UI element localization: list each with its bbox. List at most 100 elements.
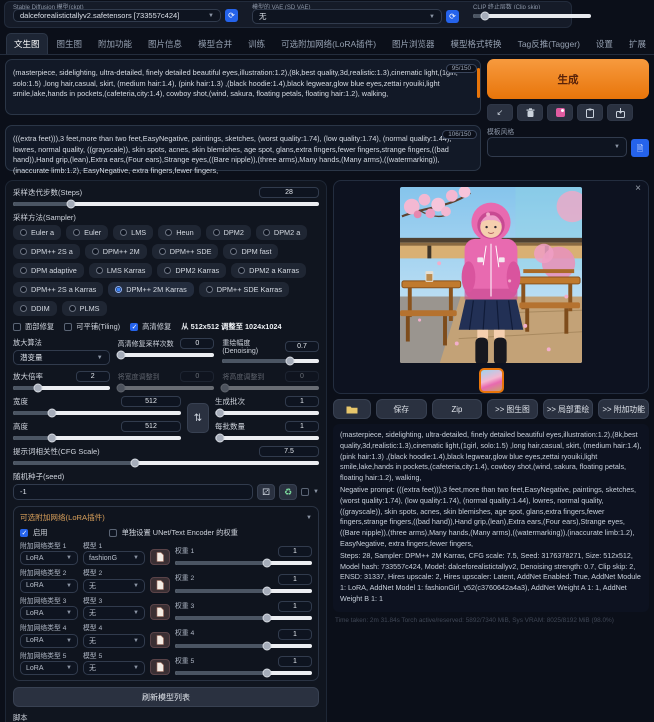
sampler-option[interactable]: Euler a bbox=[13, 225, 61, 240]
sampler-option[interactable]: DPM++ SDE Karras bbox=[199, 282, 289, 297]
sampler-option[interactable]: PLMS bbox=[62, 301, 107, 316]
prompt-scrollbar[interactable] bbox=[477, 68, 480, 98]
refresh-models-button[interactable]: 刷新模型列表 bbox=[13, 687, 319, 707]
slider-handle[interactable] bbox=[67, 200, 76, 209]
batch-count-value[interactable]: 1 bbox=[285, 396, 319, 407]
batch-size-slider[interactable] bbox=[215, 436, 319, 440]
sampler-option[interactable]: DPM++ 2M bbox=[85, 244, 147, 259]
lora-weight-slider[interactable] bbox=[175, 561, 312, 565]
send-to-img2img-button[interactable]: >> 图生图 bbox=[487, 399, 538, 419]
tab-extras[interactable]: 附加功能 bbox=[91, 34, 139, 54]
extra-seed-checkbox[interactable] bbox=[301, 488, 309, 496]
lora-model-select[interactable]: 无▼ bbox=[83, 661, 145, 675]
hires-fix-checkbox[interactable] bbox=[130, 323, 138, 331]
sampler-option[interactable]: DPM2 bbox=[206, 225, 251, 240]
lora-type-select[interactable]: LoRA▼ bbox=[20, 606, 78, 620]
upscale-by-value[interactable]: 2 bbox=[76, 371, 110, 382]
refresh-vae-button[interactable]: ⟳ bbox=[446, 10, 459, 23]
height-value[interactable]: 512 bbox=[121, 421, 181, 432]
lora-enable-checkbox[interactable] bbox=[20, 529, 28, 537]
lora-model-select[interactable]: fashionG▼ bbox=[83, 551, 145, 565]
slider-handle[interactable] bbox=[262, 669, 271, 678]
slider-handle[interactable] bbox=[262, 559, 271, 568]
tab-txt2img[interactable]: 文生图 bbox=[6, 33, 48, 54]
sampler-option[interactable]: DPM2 a bbox=[256, 225, 307, 240]
upscale-by-slider[interactable] bbox=[13, 386, 110, 390]
slider-handle[interactable] bbox=[262, 586, 271, 595]
sampler-option[interactable]: Heun bbox=[158, 225, 200, 240]
batch-count-slider[interactable] bbox=[215, 411, 319, 415]
slider-handle[interactable] bbox=[216, 434, 225, 443]
tab-checkpoint-merger[interactable]: 模型合并 bbox=[191, 34, 239, 54]
sampler-option[interactable]: DDIM bbox=[13, 301, 57, 316]
lora-weight-value[interactable]: 1 bbox=[278, 656, 312, 667]
clear-prompt-button[interactable] bbox=[517, 104, 543, 121]
prompt-textarea[interactable]: (masterpiece, sidelighting, ultra-detail… bbox=[5, 59, 481, 115]
sampler-option[interactable]: DPM++ 2S a Karras bbox=[13, 282, 103, 297]
lora-weight-slider[interactable] bbox=[175, 644, 312, 648]
denoising-value[interactable]: 0.7 bbox=[285, 341, 319, 352]
vae-select[interactable]: 无 ▼ bbox=[252, 9, 442, 24]
sampler-option[interactable]: DPM fast bbox=[223, 244, 278, 259]
random-seed-button[interactable]: ⚂ bbox=[257, 484, 275, 500]
slider-handle[interactable] bbox=[34, 384, 43, 393]
model-info-button[interactable] bbox=[150, 632, 170, 648]
close-icon[interactable]: × bbox=[635, 183, 641, 194]
lora-weight-value[interactable]: 1 bbox=[278, 629, 312, 640]
lora-model-select[interactable]: 无▼ bbox=[83, 634, 145, 648]
upscaler-select[interactable]: 潜变量 ▼ bbox=[13, 350, 110, 365]
sampler-option[interactable]: LMS Karras bbox=[89, 263, 153, 278]
lora-model-select[interactable]: 无▼ bbox=[83, 579, 145, 593]
lora-weight-slider[interactable] bbox=[175, 616, 312, 620]
tiling-checkbox[interactable] bbox=[64, 323, 72, 331]
save-button[interactable]: 保存 bbox=[376, 399, 427, 419]
sampler-option[interactable]: DPM2 a Karras bbox=[231, 263, 306, 278]
paste-generation-params-button[interactable] bbox=[577, 104, 603, 121]
lora-type-select[interactable]: LoRA▼ bbox=[20, 634, 78, 648]
restore-faces-checkbox[interactable] bbox=[13, 323, 21, 331]
tab-img2img[interactable]: 图生图 bbox=[50, 34, 90, 54]
sampler-option[interactable]: DPM2 Karras bbox=[157, 263, 226, 278]
lora-type-select[interactable]: LoRA▼ bbox=[20, 661, 78, 675]
lora-type-select[interactable]: LoRA▼ bbox=[20, 551, 78, 565]
send-to-inpaint-button[interactable]: >> 局部重绘 bbox=[543, 399, 594, 419]
hires-steps-value[interactable]: 0 bbox=[180, 338, 214, 349]
send-to-extras-button[interactable]: >> 附加功能 bbox=[598, 399, 649, 419]
slider-handle[interactable] bbox=[131, 459, 140, 468]
slider-handle[interactable] bbox=[47, 434, 56, 443]
hires-steps-slider[interactable] bbox=[118, 353, 215, 357]
tab-extensions[interactable]: 扩展 bbox=[622, 34, 653, 54]
separate-weights-checkbox[interactable] bbox=[109, 529, 117, 537]
generate-button[interactable]: 生成 bbox=[487, 59, 649, 99]
model-info-button[interactable] bbox=[150, 659, 170, 675]
sampler-option[interactable]: DPM++ 2S a bbox=[13, 244, 80, 259]
lora-weight-slider[interactable] bbox=[175, 671, 312, 675]
batch-size-value[interactable]: 1 bbox=[285, 421, 319, 432]
swap-dimensions-button[interactable]: ⇅ bbox=[187, 403, 209, 433]
lora-weight-slider[interactable] bbox=[175, 589, 312, 593]
tab-image-browser[interactable]: 图片浏览器 bbox=[385, 34, 442, 54]
tab-additional-networks[interactable]: 可选附加网络(LoRA插件) bbox=[274, 34, 383, 54]
tab-settings[interactable]: 设置 bbox=[589, 34, 620, 54]
slider-handle[interactable] bbox=[262, 614, 271, 623]
slider-handle[interactable] bbox=[285, 357, 294, 366]
save-style-button[interactable] bbox=[607, 104, 633, 121]
negative-prompt-textarea[interactable]: (((extra feet))),3 feet,more than two fe… bbox=[5, 125, 481, 171]
generated-image[interactable] bbox=[400, 187, 582, 363]
zip-button[interactable]: Zip bbox=[432, 399, 483, 419]
sampler-option[interactable]: LMS bbox=[113, 225, 153, 240]
steps-slider[interactable] bbox=[13, 202, 319, 206]
tab-png-info[interactable]: 图片信息 bbox=[141, 34, 189, 54]
clip-skip-slider[interactable] bbox=[473, 14, 591, 18]
checkpoint-select[interactable]: dalceforealistictallyv2.safetensors [733… bbox=[13, 9, 221, 22]
additional-networks-header[interactable]: 可选附加网络(LoRA插件) ▼ bbox=[20, 512, 312, 523]
height-slider[interactable] bbox=[13, 436, 181, 440]
tab-model-converter[interactable]: 模型格式转换 bbox=[444, 34, 509, 54]
sampler-option-selected[interactable]: DPM++ 2M Karras bbox=[108, 282, 193, 297]
apply-style-button[interactable]: 🗎 bbox=[631, 139, 649, 157]
slider-handle[interactable] bbox=[116, 351, 125, 360]
gallery-thumbnail[interactable] bbox=[479, 368, 504, 393]
cfg-value[interactable]: 7.5 bbox=[259, 446, 319, 457]
slider-handle[interactable] bbox=[216, 409, 225, 418]
reuse-seed-button[interactable]: ♻ bbox=[279, 484, 297, 500]
